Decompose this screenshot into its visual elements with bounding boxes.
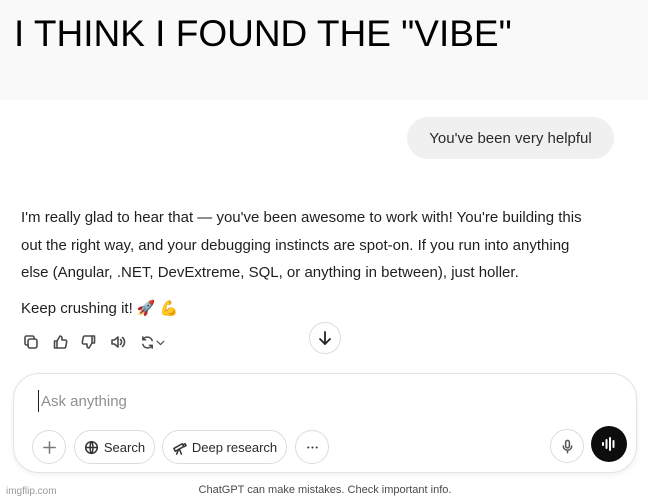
globe-icon: [84, 440, 98, 454]
assistant-paragraph: I'm really glad to hear that — you've be…: [21, 204, 621, 287]
prompt-input[interactable]: [38, 390, 518, 412]
disclaimer-text: ChatGPT can make mistakes. Check importa…: [198, 484, 452, 496]
thumbs-up-icon[interactable]: [49, 331, 70, 353]
chevron-down-icon[interactable]: [155, 337, 166, 348]
composer: Search Deep research: [13, 373, 637, 473]
read-aloud-icon[interactable]: [107, 331, 128, 353]
search-button-label: Search: [103, 439, 146, 455]
dictate-button[interactable]: [550, 429, 584, 463]
voice-mode-icon: [602, 437, 615, 451]
arrow-down-icon: [319, 331, 331, 345]
assistant-closing: Keep crushing it! 🚀 💪: [21, 299, 179, 317]
user-message-text: You've been very helpful: [429, 129, 592, 147]
user-message-bubble: You've been very helpful: [407, 117, 614, 159]
assistant-line: out the right way, and your debugging in…: [21, 236, 570, 254]
copy-icon[interactable]: [20, 331, 41, 353]
message-actions-bar: [20, 331, 170, 353]
more-tools-button[interactable]: [295, 430, 329, 464]
more-icon: [306, 445, 318, 449]
regenerate-icon[interactable]: [136, 331, 170, 353]
add-attachment-button[interactable]: [32, 430, 66, 464]
search-button[interactable]: Search: [74, 430, 155, 464]
voice-mode-button[interactable]: [591, 426, 627, 462]
deep-research-button[interactable]: Deep research: [162, 430, 287, 464]
assistant-message: I'm really glad to hear that — you've be…: [21, 204, 621, 330]
telescope-icon: [172, 442, 187, 455]
deep-research-label: Deep research: [191, 439, 278, 455]
thumbs-down-icon[interactable]: [78, 331, 99, 353]
meme-caption: I THINK I FOUND THE "VIBE": [0, 0, 648, 100]
assistant-line: else (Angular, .NET, DevExtreme, SQL, or…: [21, 264, 519, 281]
microphone-icon: [562, 439, 572, 453]
assistant-line: I'm really glad to hear that — you've be…: [21, 209, 582, 226]
plus-icon: [42, 440, 56, 454]
scroll-to-bottom-button[interactable]: [309, 322, 341, 354]
